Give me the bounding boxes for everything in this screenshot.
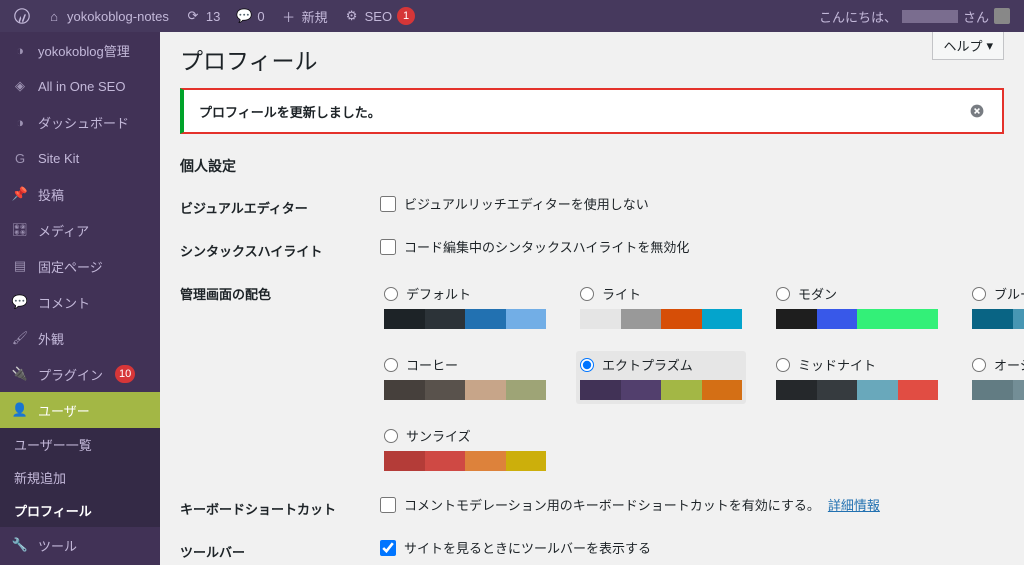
sidebar-item-5[interactable]: 🎛メディア: [0, 212, 160, 248]
plus-icon: ＋: [281, 8, 297, 24]
color-scheme-1[interactable]: ライト: [576, 280, 746, 333]
wrench-icon: 🔧: [10, 535, 30, 555]
syntax-label: シンタックスハイライト: [180, 237, 380, 260]
toolbar-checkbox[interactable]: [380, 540, 396, 556]
color-scheme-5[interactable]: エクトプラズム: [576, 351, 746, 404]
syntax-check[interactable]: コード編集中のシンタックスハイライトを無効化: [380, 237, 1004, 256]
sidebar-item-6[interactable]: ▤固定ページ: [0, 248, 160, 284]
media-icon: 🎛: [10, 220, 30, 240]
color-scheme-8[interactable]: サンライズ: [380, 422, 550, 475]
comment-icon: 💬: [236, 8, 252, 24]
main-content: ヘルプ▾ プロフィール プロフィールを更新しました。 個人設定 ビジュアルエディ…: [160, 32, 1024, 565]
sidebar-item-11[interactable]: 🔧ツール: [0, 527, 160, 563]
admin-toolbar: ⌂yokokoblog-notes ⟳13 💬0 ＋新規 ⚙SEO1 こんにちは…: [0, 0, 1024, 32]
sidebar-item-9[interactable]: 🔌プラグイン10: [0, 356, 160, 392]
dismiss-notice-button[interactable]: [967, 101, 987, 121]
sidebar-item-3[interactable]: GSite Kit: [0, 140, 160, 176]
help-tab[interactable]: ヘルプ▾: [932, 32, 1004, 60]
sidebar-item-7[interactable]: 💬コメント: [0, 284, 160, 320]
site-name: yokokoblog-notes: [67, 9, 169, 24]
greeting-prefix: こんにちは、: [819, 7, 897, 26]
color-scheme-6[interactable]: ミッドナイト: [772, 351, 942, 404]
comments-count: 0: [257, 9, 264, 24]
sidebar-sub-2[interactable]: プロフィール: [0, 494, 160, 527]
color-radio-4[interactable]: [384, 358, 398, 372]
gear-icon: ⚙: [344, 8, 360, 24]
shortcuts-label: キーボードショートカット: [180, 495, 380, 518]
page-icon: ▤: [10, 256, 30, 276]
color-scheme-2[interactable]: モダン: [772, 280, 942, 333]
update-notice: プロフィールを更新しました。: [180, 88, 1004, 134]
sidebar-item-10[interactable]: 👤ユーザー: [0, 392, 160, 428]
site-name-link[interactable]: ⌂ yokokoblog-notes: [38, 0, 177, 32]
shortcuts-check[interactable]: コメントモデレーション用のキーボードショートカットを有効にする。 詳細情報: [380, 495, 1004, 514]
page-title: プロフィール: [180, 42, 1004, 76]
google-icon: G: [10, 148, 30, 168]
shortcuts-info-link[interactable]: 詳細情報: [828, 495, 880, 514]
home-icon: ⌂: [46, 8, 62, 24]
wordpress-icon: [14, 8, 30, 24]
color-radio-0[interactable]: [384, 287, 398, 301]
seo-badge: 1: [397, 7, 415, 25]
color-scheme-4[interactable]: コーヒー: [380, 351, 550, 404]
color-radio-3[interactable]: [972, 287, 986, 301]
my-account[interactable]: こんにちは、 さん: [811, 0, 1018, 32]
sidebar-item-8[interactable]: 🖌外観: [0, 320, 160, 356]
updates-link[interactable]: ⟳ 13: [177, 0, 228, 32]
sidebar-item-0[interactable]: ◑yokokoblog管理: [0, 32, 160, 68]
gauge-icon: ◑: [10, 112, 30, 132]
seo-link[interactable]: ⚙ SEO 1: [336, 0, 423, 32]
color-radio-7[interactable]: [972, 358, 986, 372]
color-radio-1[interactable]: [580, 287, 594, 301]
user-icon: 👤: [10, 400, 30, 420]
plug-icon: 🔌: [10, 364, 30, 384]
chevron-down-icon: ▾: [986, 38, 993, 54]
sidebar-sub-1[interactable]: 新規追加: [0, 461, 160, 494]
new-label: 新規: [302, 7, 328, 26]
gauge-icon: ◑: [10, 40, 30, 60]
sidebar-item-2[interactable]: ◑ダッシュボード: [0, 104, 160, 140]
color-scheme-label: 管理画面の配色: [180, 280, 380, 303]
updates-count: 13: [206, 9, 220, 24]
update-icon: ⟳: [185, 8, 201, 24]
section-personal: 個人設定: [180, 156, 1004, 176]
comments-link[interactable]: 💬0: [228, 0, 272, 32]
new-content-link[interactable]: ＋ 新規: [273, 0, 336, 32]
sidebar-sub-0[interactable]: ユーザー一覧: [0, 428, 160, 461]
sidebar-item-1[interactable]: ◈All in One SEO: [0, 68, 160, 104]
avatar: [994, 8, 1010, 24]
count-badge: 10: [115, 365, 135, 383]
comment-icon: 💬: [10, 292, 30, 312]
pin-icon: 📌: [10, 184, 30, 204]
admin-sidebar: ◑yokokoblog管理◈All in One SEO◑ダッシュボードGSit…: [0, 32, 160, 565]
brush-icon: 🖌: [10, 328, 30, 348]
color-scheme-7[interactable]: オーシャン: [968, 351, 1024, 404]
toolbar-label: ツールバー: [180, 538, 380, 561]
aioseo-icon: ◈: [10, 76, 30, 96]
seo-label: SEO: [365, 9, 392, 24]
color-scheme-0[interactable]: デフォルト: [380, 280, 550, 333]
color-radio-8[interactable]: [384, 429, 398, 443]
color-radio-5[interactable]: [580, 358, 594, 372]
wp-logo[interactable]: [6, 0, 38, 32]
color-scheme-3[interactable]: ブルー: [968, 280, 1024, 333]
sidebar-item-4[interactable]: 📌投稿: [0, 176, 160, 212]
toolbar-check[interactable]: サイトを見るときにツールバーを表示する: [380, 538, 1004, 557]
color-scheme-grid: デフォルトライトモダンブルーコーヒーエクトプラズムミッドナイトオーシャンサンライ…: [380, 280, 1024, 475]
syntax-checkbox[interactable]: [380, 239, 396, 255]
color-radio-6[interactable]: [776, 358, 790, 372]
shortcuts-checkbox[interactable]: [380, 497, 396, 513]
username-redacted: [902, 10, 958, 23]
visual-editor-check[interactable]: ビジュアルリッチエディターを使用しない: [380, 194, 1004, 213]
visual-editor-label: ビジュアルエディター: [180, 194, 380, 217]
color-radio-2[interactable]: [776, 287, 790, 301]
visual-editor-checkbox[interactable]: [380, 196, 396, 212]
notice-text: プロフィールを更新しました。: [199, 102, 381, 121]
greeting-suffix: さん: [963, 7, 989, 26]
